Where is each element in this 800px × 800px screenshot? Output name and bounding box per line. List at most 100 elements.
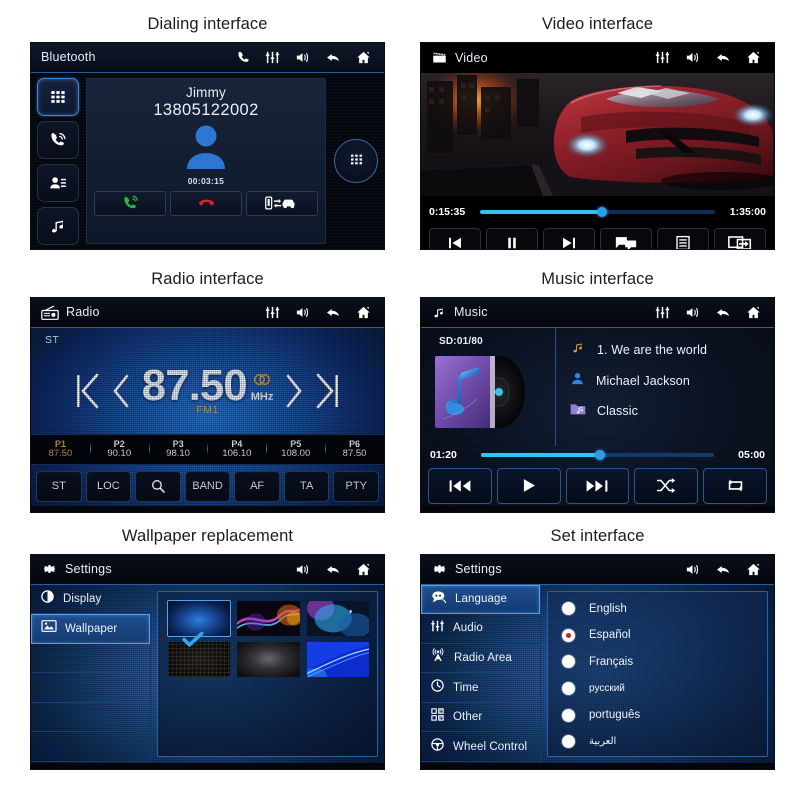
phone-icon[interactable] [235, 50, 251, 65]
sidebar-item-empty-3[interactable] [31, 703, 150, 733]
home-icon[interactable] [355, 305, 372, 320]
subtitle-icon[interactable] [600, 227, 652, 249]
sidebar-item-contacts[interactable] [37, 163, 79, 202]
wallpaper-cyan-bloom[interactable] [306, 600, 369, 636]
sidebar-item-radio-area[interactable]: Radio Area [421, 644, 540, 674]
video-progress-bar[interactable] [480, 206, 715, 217]
next-track-icon[interactable] [565, 467, 630, 504]
radio-button-selected[interactable] [562, 628, 575, 642]
music-time-elapsed: 01:20 [430, 448, 457, 461]
radio-button[interactable] [562, 682, 575, 696]
radio-header-title: Radio [66, 305, 100, 319]
volume-icon[interactable] [684, 562, 701, 577]
transfer-audio-icon[interactable] [245, 190, 318, 216]
radio-button-af[interactable]: AF [234, 470, 280, 502]
preset-p1[interactable]: P1 87.50 [31, 439, 90, 460]
sidebar-item-call-history[interactable] [37, 120, 79, 159]
radio-button-loc[interactable]: LOC [85, 470, 132, 502]
preset-p4[interactable]: P4 106.10 [207, 439, 266, 460]
tune-down-icon[interactable] [104, 372, 138, 410]
sidebar-item-wheel-control[interactable]: Wheel Control [421, 732, 540, 763]
home-icon[interactable] [355, 562, 372, 577]
answer-call-icon[interactable] [94, 190, 167, 216]
wallpaper-neon-wave[interactable] [237, 600, 300, 636]
dialing-right [328, 73, 384, 249]
home-icon[interactable] [355, 50, 372, 65]
screen-mirror-icon[interactable] [714, 227, 766, 249]
back-icon[interactable] [324, 305, 342, 320]
language-option-espanol[interactable]: Español [562, 622, 767, 649]
preset-p2[interactable]: P2 90.10 [89, 439, 149, 460]
repeat-icon[interactable] [703, 467, 767, 504]
back-icon[interactable] [324, 50, 342, 65]
volume-icon[interactable] [684, 50, 701, 65]
home-icon[interactable] [745, 305, 762, 320]
preset-p6[interactable]: P6 87.50 [325, 439, 384, 460]
music-button-row [421, 467, 774, 504]
sidebar-item-empty-4[interactable] [31, 732, 150, 763]
sidebar-item-other[interactable]: Other [421, 703, 540, 733]
language-option-portugues[interactable]: português [562, 702, 767, 729]
home-icon[interactable] [745, 50, 762, 65]
seek-start-icon[interactable] [70, 371, 104, 411]
equalizer-icon[interactable] [654, 305, 671, 320]
sidebar-item-audio[interactable]: Audio [421, 614, 540, 644]
end-call-icon[interactable] [170, 190, 242, 216]
radio-button-pty[interactable]: PTY [333, 470, 380, 502]
seek-end-icon[interactable] [311, 371, 345, 411]
radio-button-ta[interactable]: TA [283, 470, 330, 502]
volume-icon[interactable] [294, 305, 311, 320]
radio-button-band[interactable]: BAND [184, 470, 231, 502]
volume-icon[interactable] [294, 50, 311, 65]
home-icon[interactable] [745, 562, 762, 577]
volume-icon[interactable] [684, 305, 701, 320]
sidebar-item-display[interactable]: Display [31, 585, 150, 615]
sidebar-item-language[interactable]: Language [421, 584, 540, 615]
preset-p5[interactable]: P5 108.00 [266, 439, 325, 460]
sidebar-item-empty-1[interactable] [31, 644, 150, 674]
sidebar-item-music[interactable] [37, 206, 79, 245]
radio-button-st[interactable]: ST [36, 470, 82, 502]
back-icon[interactable] [714, 50, 732, 65]
sidebar-item-empty-2[interactable] [31, 673, 150, 703]
back-icon[interactable] [714, 305, 732, 320]
equalizer-icon[interactable] [264, 50, 281, 65]
dialing-header-title: Bluetooth [41, 50, 96, 64]
pause-icon[interactable] [486, 227, 538, 249]
radio-button[interactable] [562, 735, 575, 749]
video-progress-knob[interactable] [597, 206, 608, 217]
next-icon[interactable] [543, 227, 595, 249]
equalizer-icon[interactable] [264, 305, 281, 320]
playlist-icon[interactable] [657, 227, 709, 249]
radio-button[interactable] [562, 708, 575, 722]
equalizer-icon[interactable] [654, 50, 671, 65]
language-option-russian[interactable]: русский [562, 675, 767, 702]
wallpaper-blue-curve[interactable] [306, 641, 369, 677]
sidebar-item-keypad[interactable] [37, 77, 79, 116]
language-option-francais[interactable]: Français [562, 649, 767, 676]
language-option-arabic[interactable]: العربية [562, 728, 767, 755]
sidebar-item-label: Language [455, 593, 507, 606]
sidebar-item-wallpaper[interactable]: Wallpaper [31, 614, 150, 644]
video-stage[interactable] [421, 72, 774, 196]
back-icon[interactable] [714, 562, 732, 577]
radio-button[interactable] [562, 602, 575, 616]
music-progress-knob[interactable] [594, 449, 605, 460]
volume-icon[interactable] [294, 562, 311, 577]
shuffle-icon[interactable] [634, 467, 699, 504]
open-dialpad-button[interactable] [334, 138, 378, 183]
sidebar-item-time[interactable]: Time [421, 673, 540, 703]
wallpaper-blue-glow[interactable] [166, 599, 232, 637]
search-icon[interactable] [135, 470, 181, 502]
language-option-english[interactable]: English [562, 596, 767, 623]
previous-icon[interactable] [429, 227, 481, 249]
play-icon[interactable] [496, 467, 561, 504]
previous-track-icon[interactable] [428, 467, 492, 504]
radio-button[interactable] [562, 655, 575, 669]
wallpaper-grey-fade[interactable] [237, 641, 300, 677]
back-icon[interactable] [324, 562, 342, 577]
music-progress-bar[interactable] [481, 449, 714, 460]
preset-p3[interactable]: P3 98.10 [148, 439, 208, 460]
tune-up-icon[interactable] [277, 372, 311, 410]
radio-icon [41, 305, 59, 320]
